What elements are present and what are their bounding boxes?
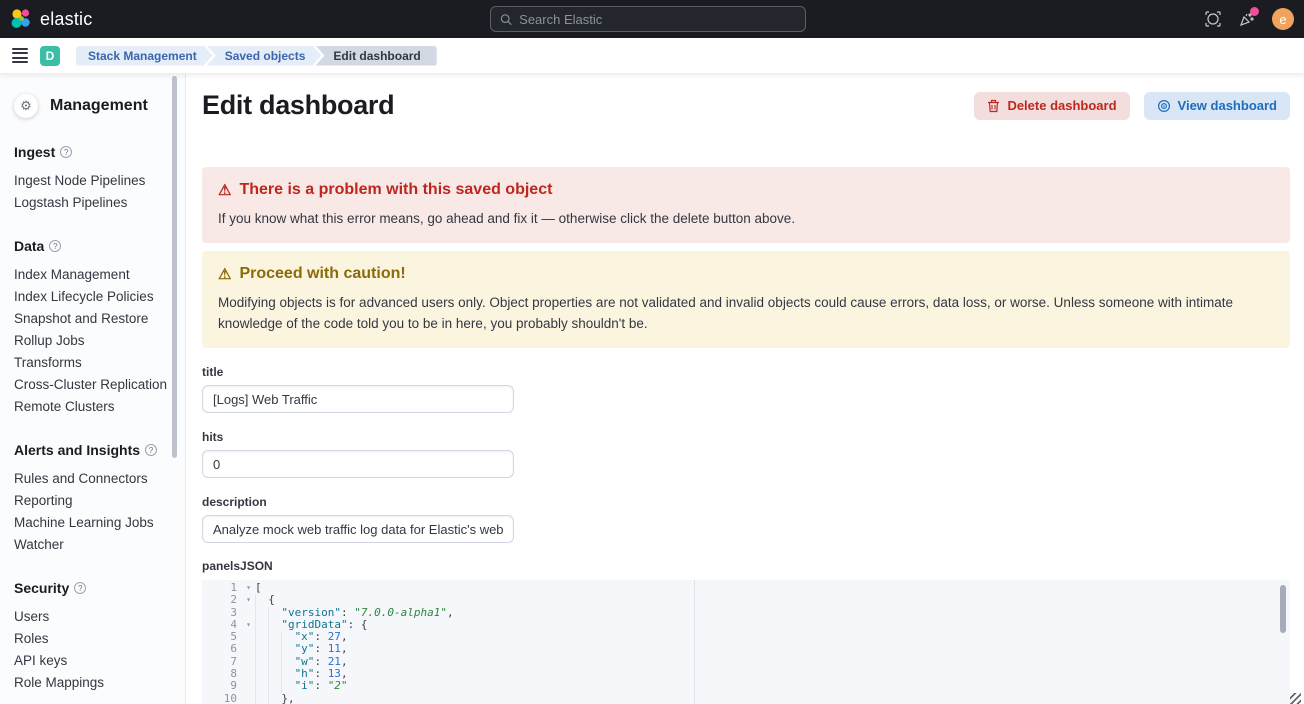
fold-spacer [242,656,255,668]
sidebar-item-watcher[interactable]: Watcher [14,534,171,556]
fold-spacer [242,680,255,692]
elastic-home-link[interactable]: elastic [0,8,92,30]
sidebar-section-alerts-and-insights: Alerts and Insights? [14,442,171,458]
fold-arrow-icon[interactable]: ▾ [242,582,255,594]
help-icon: ? [60,146,72,158]
sidebar-item-machine-learning-jobs[interactable]: Machine Learning Jobs [14,512,171,534]
inspect-icon [1157,99,1171,113]
search-icon [500,13,512,26]
sidebar-item-rules-and-connectors[interactable]: Rules and Connectors [14,468,171,490]
menu-icon[interactable] [12,48,28,64]
sidebar-section-security: Security? [14,580,171,596]
breadcrumb-edit-dashboard: Edit dashboard [315,46,436,66]
sidebar-section-data: Data? [14,238,171,254]
fold-arrow-icon[interactable]: ▾ [242,619,255,631]
fold-spacer [242,668,255,680]
user-avatar[interactable]: e [1272,8,1294,30]
help-icon: ? [74,582,86,594]
hits-field[interactable] [202,450,514,478]
sidebar-scrollbar[interactable] [172,76,177,458]
hits-field-group: hits [202,430,1290,478]
error-callout-title: There is a problem with this saved objec… [239,181,552,199]
fold-spacer [242,607,255,619]
description-field[interactable] [202,515,514,543]
code-line: 7"w": 21, [202,656,1290,668]
cloud-deployment-icon[interactable] [1204,10,1222,28]
space-avatar[interactable]: D [40,46,60,66]
sidebar-item-role-mappings[interactable]: Role Mappings [14,672,171,694]
fold-spacer [242,693,255,704]
code-line: 6"y": 11, [202,643,1290,655]
breadcrumb-saved-objects[interactable]: Saved objects [207,46,322,66]
description-field-group: description [202,495,1290,543]
sidebar-item-cross-cluster-replication[interactable]: Cross-Cluster Replication [14,374,171,396]
error-callout-body: If you know what this error means, go ah… [218,208,1274,229]
fold-spacer [242,643,255,655]
code-line: 9"i": "2" [202,680,1290,692]
sidebar-section-ingest: Ingest? [14,144,171,160]
delete-dashboard-button[interactable]: Delete dashboard [974,92,1129,120]
title-field-label: title [202,365,1290,379]
sidebar-item-rollup-jobs[interactable]: Rollup Jobs [14,330,171,352]
hits-field-label: hits [202,430,1290,444]
alert-icon: ⚠ [218,183,231,198]
fold-spacer [242,631,255,643]
title-field[interactable] [202,385,514,413]
warning-callout-body: Modifying objects is for advanced users … [218,292,1274,334]
top-header-bar: elastic e [0,0,1304,38]
breadcrumbs: Stack ManagementSaved objectsEdit dashbo… [76,46,437,66]
breadcrumb-stack-management[interactable]: Stack Management [76,46,213,66]
sidebar-item-remote-clusters[interactable]: Remote Clusters [14,396,171,418]
code-line: 1▾[ [202,582,1290,594]
code-line: 8"h": 13, [202,668,1290,680]
code-line: 10}, [202,693,1290,704]
code-lines: 1▾[2▾{3"version": "7.0.0-alpha1",4▾"grid… [202,580,1290,704]
sidebar-item-reporting[interactable]: Reporting [14,490,171,512]
warning-icon: ⚠ [218,267,231,282]
editor-resize-handle[interactable] [1290,693,1301,704]
view-dashboard-button[interactable]: View dashboard [1144,92,1290,120]
global-search[interactable] [490,6,806,32]
sidebar-item-api-keys[interactable]: API keys [14,650,171,672]
warning-callout: ⚠ Proceed with caution! Modifying object… [202,251,1290,348]
description-field-label: description [202,495,1290,509]
breadcrumb-bar: D Stack ManagementSaved objectsEdit dash… [0,38,1304,74]
sidebar-item-users[interactable]: Users [14,606,171,628]
sidebar-item-transforms[interactable]: Transforms [14,352,171,374]
sidebar-nav: Ingest? Ingest Node PipelinesLogstash Pip… [14,144,171,694]
warning-callout-title: Proceed with caution! [239,265,405,283]
newsfeed-icon[interactable] [1238,10,1256,28]
panelsjson-label: panelsJSON [202,559,1290,573]
sidebar-item-ingest-node-pipelines[interactable]: Ingest Node Pipelines [14,170,171,192]
line-number: 2 [202,594,242,606]
search-input[interactable] [519,12,796,27]
line-number: 6 [202,643,242,655]
sidebar-item-index-management[interactable]: Index Management [14,264,171,286]
main-content: Edit dashboard Delete dashboard View das… [186,74,1304,704]
code-line: 5"x": 27, [202,631,1290,643]
trash-icon [987,99,1000,113]
error-callout: ⚠ There is a problem with this saved obj… [202,167,1290,243]
panelsjson-code-editor[interactable]: 1▾[2▾{3"version": "7.0.0-alpha1",4▾"grid… [202,580,1290,704]
gear-icon: ⚙ [14,94,38,118]
notification-dot [1250,7,1259,16]
line-number: 10 [202,693,242,704]
brand-name: elastic [40,9,92,30]
sidebar-item-logstash-pipelines[interactable]: Logstash Pipelines [14,192,171,214]
sidebar-item-snapshot-and-restore[interactable]: Snapshot and Restore [14,308,171,330]
line-number: 9 [202,680,242,692]
editor-scrollbar[interactable] [1280,585,1286,633]
sidebar-item-index-lifecycle-policies[interactable]: Index Lifecycle Policies [14,286,171,308]
fold-arrow-icon[interactable]: ▾ [242,594,255,606]
elastic-logo-icon [10,8,32,30]
help-icon: ? [145,444,157,456]
code-line: 4▾"gridData": { [202,619,1290,631]
title-field-group: title [202,365,1290,413]
page-title: Edit dashboard [202,90,394,121]
sidebar-item-roles[interactable]: Roles [14,628,171,650]
management-sidebar: ⚙ Management Ingest? Ingest Node Pipeline… [0,74,186,704]
help-icon: ? [49,240,61,252]
sidebar-title: ⚙ Management [14,94,171,118]
